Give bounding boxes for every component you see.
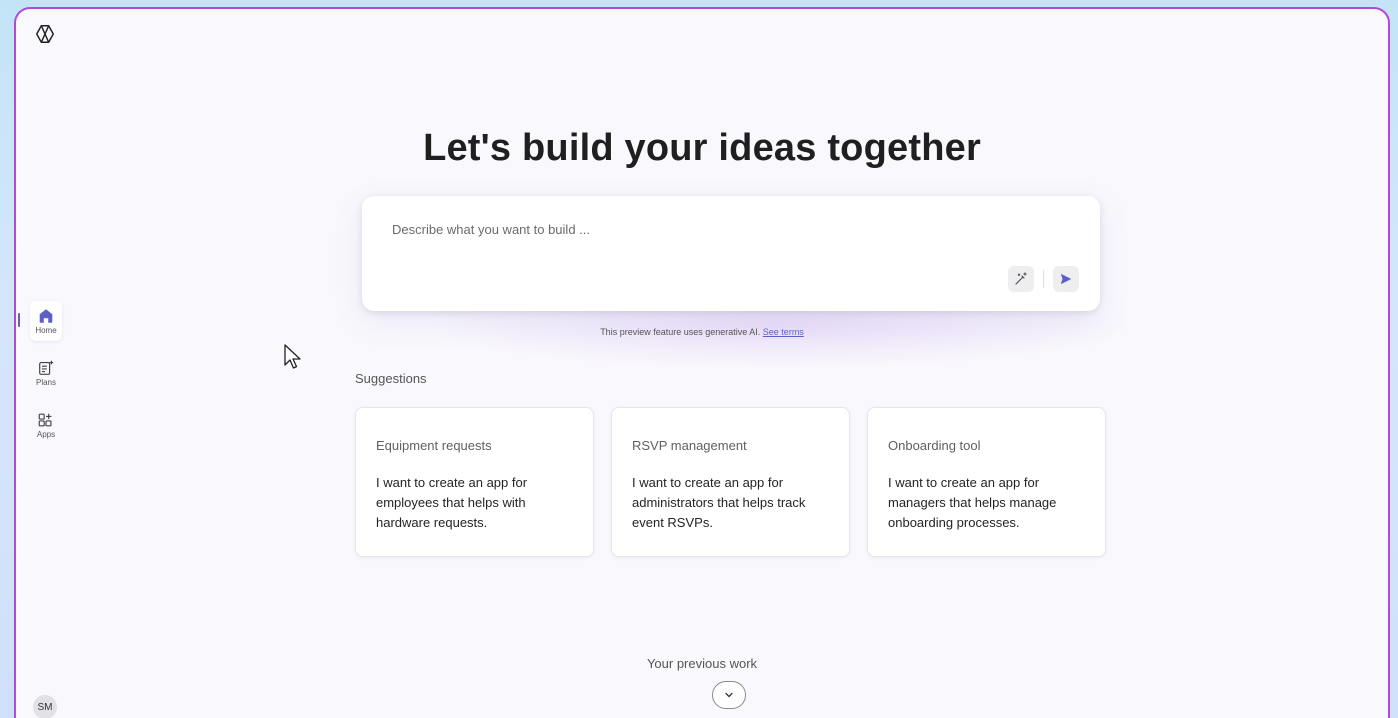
nav-item-apps[interactable]: Apps	[30, 405, 62, 445]
wand-icon	[1015, 272, 1027, 285]
previous-work-heading: Your previous work	[646, 656, 758, 671]
nav-item-plans[interactable]: Plans	[30, 353, 62, 393]
prompt-box	[362, 196, 1100, 311]
suggestion-card-equipment[interactable]: Equipment requests I want to create an a…	[355, 407, 594, 557]
suggestion-card-rsvp[interactable]: RSVP management I want to create an app …	[611, 407, 850, 557]
home-icon	[39, 309, 53, 323]
page-title: Let's build your ideas together	[423, 127, 981, 169]
expand-previous-work-button[interactable]	[712, 681, 746, 709]
send-button[interactable]	[1053, 266, 1079, 292]
ai-disclaimer: This preview feature uses generative AI.…	[16, 327, 1388, 337]
prompt-input[interactable]	[390, 216, 994, 242]
button-divider	[1043, 270, 1044, 288]
card-title: Onboarding tool	[888, 438, 981, 453]
disclaimer-text: This preview feature uses generative AI.	[600, 327, 761, 337]
see-terms-link[interactable]: See terms	[763, 327, 804, 337]
suggestion-card-onboarding[interactable]: Onboarding tool I want to create an app …	[867, 407, 1106, 557]
nav-label-apps: Apps	[36, 430, 56, 439]
chevron-down-icon	[725, 692, 733, 698]
app-logo-icon[interactable]	[34, 23, 56, 45]
app-window: Home Plans Apps SM Let's build your idea…	[14, 7, 1390, 718]
card-title: RSVP management	[632, 438, 747, 453]
card-description: I want to create an app for employees th…	[376, 475, 528, 530]
nav-label-plans: Plans	[35, 378, 56, 387]
plans-icon	[39, 360, 54, 375]
card-description: I want to create an app for managers tha…	[888, 475, 1057, 530]
user-avatar[interactable]: SM	[33, 695, 57, 718]
send-icon	[1060, 273, 1072, 285]
left-nav: Home Plans Apps	[18, 301, 66, 457]
suggestion-cards: Equipment requests I want to create an a…	[355, 407, 1106, 557]
mouse-cursor-icon	[284, 344, 301, 369]
card-description: I want to create an app for administrato…	[632, 475, 806, 530]
apps-icon	[38, 413, 52, 427]
suggestions-heading: Suggestions	[355, 371, 427, 386]
enhance-prompt-button[interactable]	[1008, 266, 1034, 292]
card-title: Equipment requests	[376, 438, 492, 453]
